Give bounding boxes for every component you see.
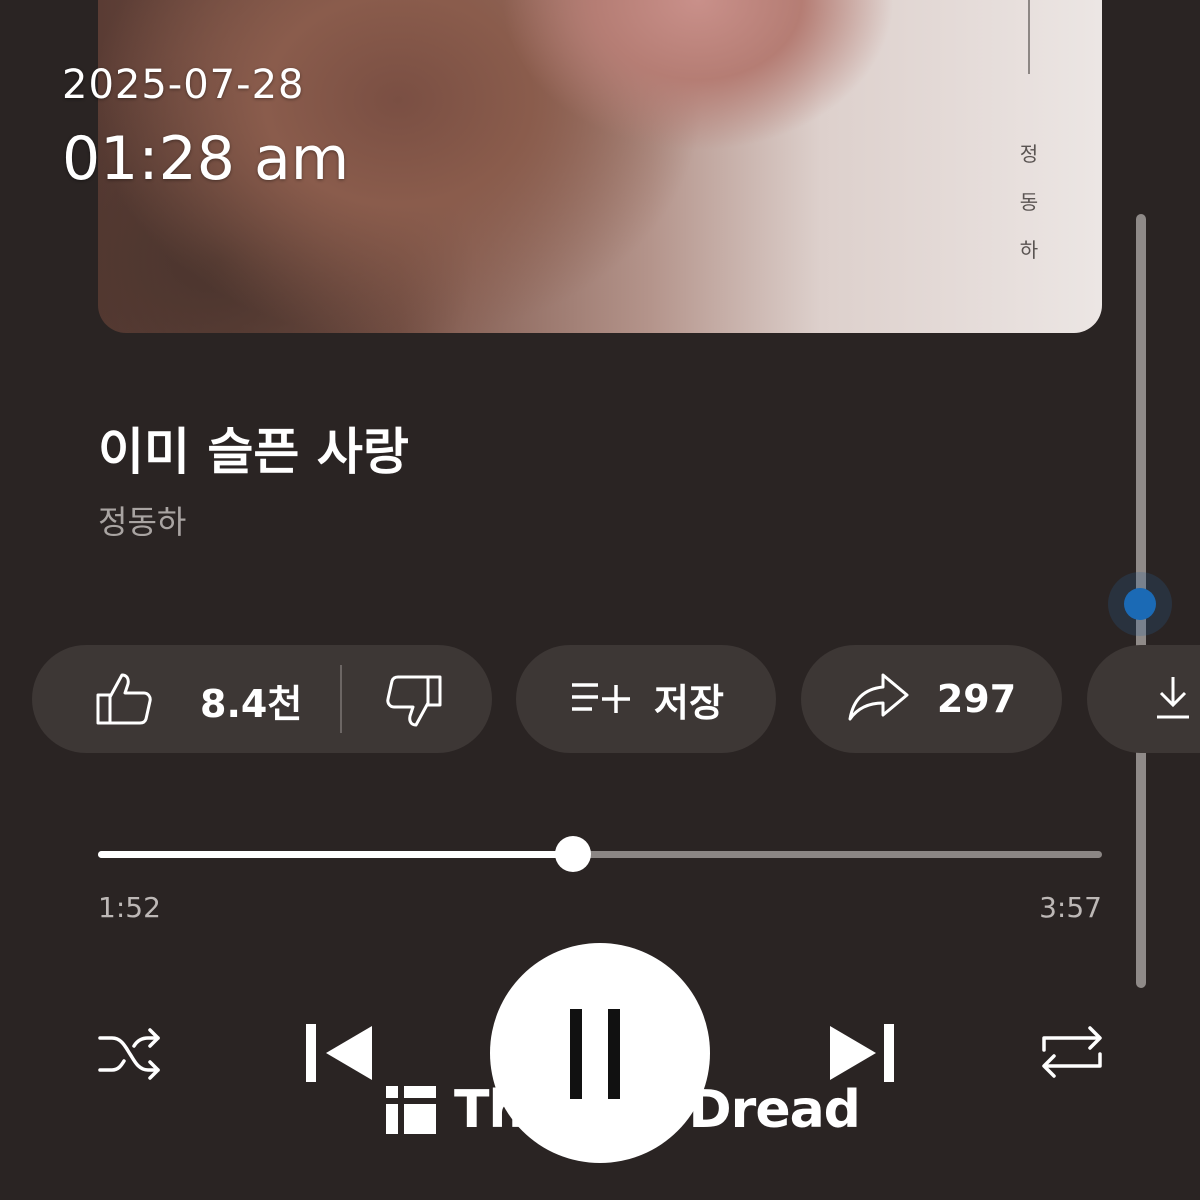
like-count[interactable]: 8.4천 bbox=[200, 673, 302, 728]
like-dislike-chip: 8.4천 bbox=[32, 645, 492, 753]
pause-button[interactable] bbox=[490, 943, 710, 1163]
overlay-date: 2025-07-28 bbox=[62, 62, 305, 108]
progress-knob[interactable] bbox=[554, 836, 591, 872]
album-art-artist-text: 정 동 하 bbox=[1014, 130, 1044, 274]
playlist-add-icon bbox=[568, 677, 632, 721]
overlay-time: 01:28 am bbox=[62, 124, 350, 194]
skip-previous-icon[interactable] bbox=[304, 1022, 376, 1088]
album-art-char: 하 bbox=[1019, 238, 1039, 262]
elapsed-time: 1:52 bbox=[98, 891, 161, 924]
album-art-char: 동 bbox=[1019, 190, 1039, 214]
album-art-char: 정 bbox=[1019, 142, 1039, 166]
song-title: 이미 슬픈 사랑 bbox=[98, 423, 409, 481]
download-icon bbox=[1153, 673, 1193, 725]
scrollbar-thumb[interactable] bbox=[1124, 588, 1156, 620]
thumbs-down-icon[interactable] bbox=[384, 673, 444, 733]
song-artist[interactable]: 정동하 bbox=[98, 497, 186, 543]
progress-bar[interactable] bbox=[98, 836, 1102, 872]
shuffle-icon[interactable] bbox=[96, 1024, 162, 1088]
share-arrow-icon bbox=[847, 671, 911, 727]
thumbs-up-icon[interactable] bbox=[94, 671, 154, 731]
share-count: 297 bbox=[936, 677, 1017, 721]
album-art-divider bbox=[1028, 0, 1030, 74]
skip-next-icon[interactable] bbox=[826, 1022, 898, 1088]
watermark-logo-icon bbox=[386, 1086, 436, 1134]
chip-divider bbox=[340, 665, 342, 733]
music-player-screen: 정 동 하 2025-07-28 01:28 am 이미 슬픈 사랑 정동하 8… bbox=[0, 0, 1200, 1200]
progress-fill bbox=[98, 851, 573, 858]
share-chip[interactable]: 297 bbox=[801, 645, 1062, 753]
save-chip[interactable]: 저장 bbox=[516, 645, 776, 753]
download-chip[interactable] bbox=[1087, 645, 1200, 753]
save-label: 저장 bbox=[654, 680, 724, 725]
total-time: 3:57 bbox=[1039, 891, 1102, 924]
repeat-icon[interactable] bbox=[1038, 1022, 1106, 1086]
